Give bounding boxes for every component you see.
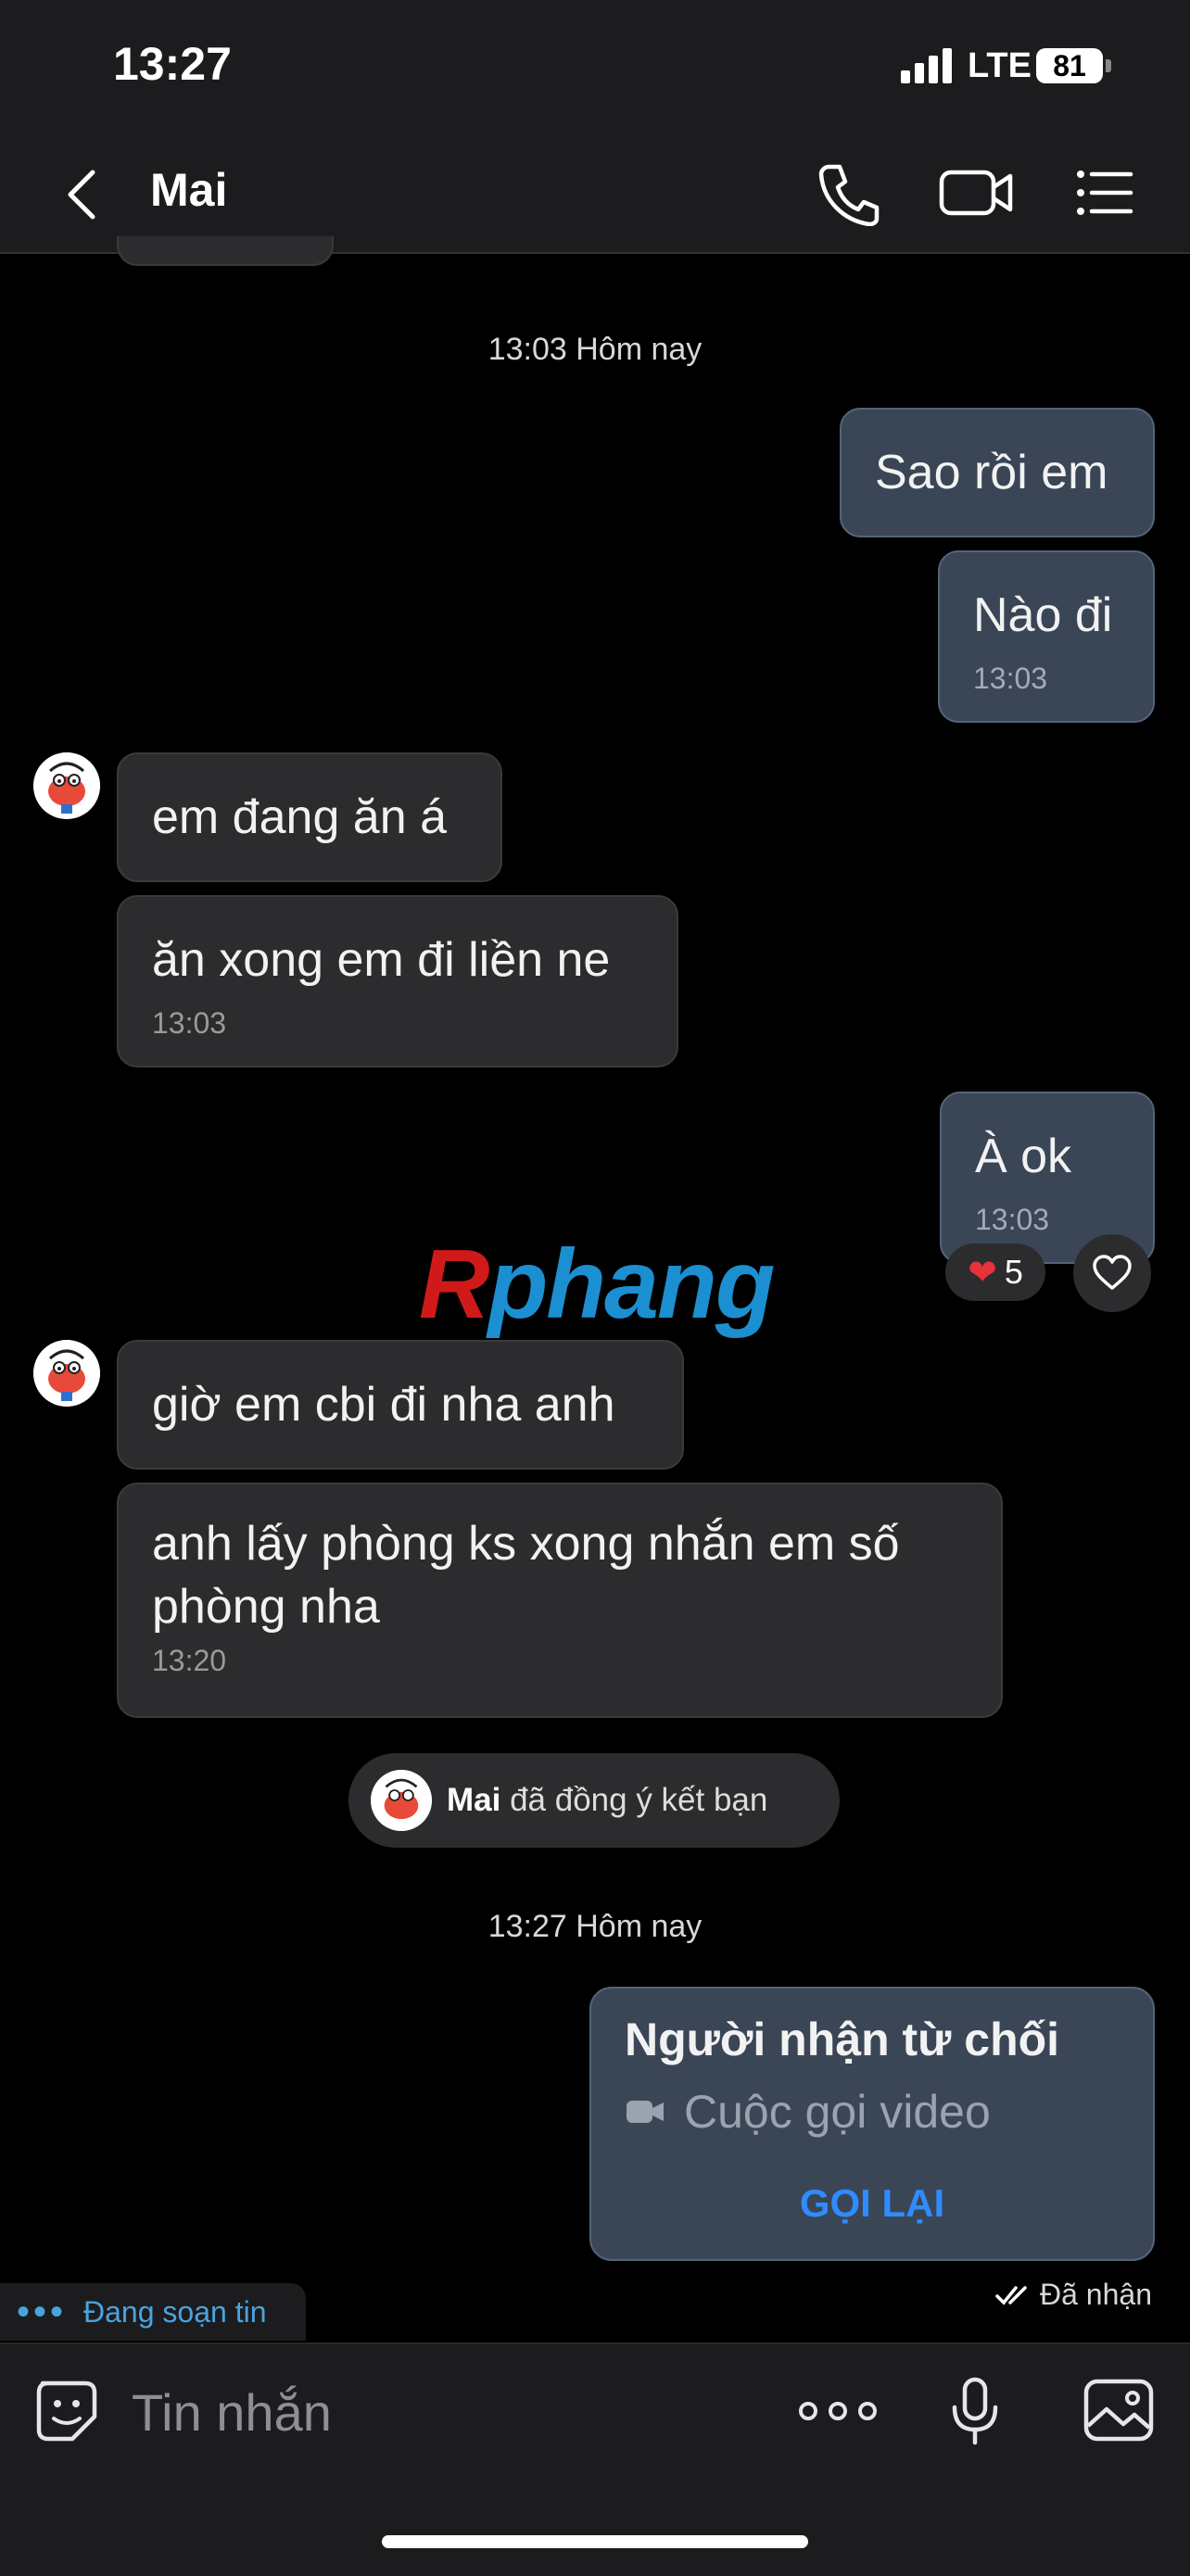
watermark-logo: Rphang <box>419 1230 776 1339</box>
video-camera-icon <box>627 2101 664 2123</box>
message-time: 13:20 <box>152 1644 227 1677</box>
message-time: 13:03 <box>975 1203 1050 1236</box>
back-button[interactable] <box>56 165 111 224</box>
video-camera-icon <box>939 170 1013 216</box>
sticker-icon <box>36 2380 97 2442</box>
typing-dots-icon: ••• <box>17 2291 68 2332</box>
react-button[interactable] <box>1073 1234 1151 1312</box>
message-bubble-incoming[interactable]: ăn xong em đi liền ne 13:03 <box>117 895 678 1067</box>
time-separator: 13:27 Hôm nay <box>487 1909 703 1944</box>
message-text: giờ em cbi đi nha anh <box>152 1378 615 1432</box>
missed-video-call-card: Người nhận từ chối Cuộc gọi video GỌI LẠ… <box>589 1987 1155 2261</box>
delivery-status-label: Đã nhận <box>1040 2278 1152 2311</box>
message-bubble-incoming[interactable]: anh lấy phòng ks xong nhắn em số phòng n… <box>117 1483 1003 1718</box>
message-bubble-incoming[interactable]: giờ em cbi đi nha anh <box>117 1340 684 1470</box>
avatar[interactable] <box>33 1340 100 1407</box>
contact-name[interactable]: Mai <box>150 163 227 217</box>
notice-name: Mai <box>447 1782 501 1818</box>
message-time: 13:03 <box>973 662 1048 695</box>
image-icon <box>1083 2379 1154 2442</box>
battery-tip <box>1106 59 1111 72</box>
message-text: Sao rồi em <box>875 446 1108 499</box>
menu-button[interactable] <box>1075 165 1134 221</box>
status-time: 13:27 <box>113 38 232 90</box>
reaction-badge[interactable]: ❤ 5 <box>945 1244 1045 1301</box>
message-text: À ok <box>975 1130 1072 1183</box>
message-text: Nào đi <box>973 588 1113 642</box>
message-bubble-outgoing[interactable]: Nào đi 13:03 <box>938 550 1155 723</box>
cartoon-avatar-icon <box>33 1340 100 1407</box>
battery-icon: 81 <box>1036 48 1103 83</box>
photo-gallery-button[interactable] <box>1082 2378 1155 2443</box>
double-check-icon <box>995 2285 1027 2305</box>
voice-message-button[interactable] <box>949 2376 1001 2446</box>
home-indicator[interactable] <box>382 2535 808 2548</box>
typing-indicator: ••• Đang soạn tin <box>0 2283 306 2341</box>
cartoon-avatar-icon <box>33 752 100 819</box>
chevron-left-icon <box>68 170 95 220</box>
heart-outline-icon <box>1093 1255 1132 1290</box>
call-type: Cuộc gọi video <box>625 2085 991 2139</box>
notice-text: đã đồng ý kết bạn <box>510 1782 768 1818</box>
video-call-button[interactable] <box>938 159 1016 226</box>
message-text: anh lấy phòng ks xong nhắn em số phòng n… <box>152 1517 900 1634</box>
message-input[interactable] <box>130 2372 708 2452</box>
cartoon-avatar-icon <box>371 1770 432 1831</box>
signal-icon <box>901 48 956 83</box>
message-text: ăn xong em đi liền ne <box>152 933 611 987</box>
heart-icon: ❤ <box>968 1253 997 1293</box>
avatar[interactable] <box>33 752 100 819</box>
message-bubble-incoming[interactable]: em đang ăn á <box>117 752 502 882</box>
reaction-count: 5 <box>1004 1253 1023 1291</box>
sticker-button[interactable] <box>33 2378 100 2444</box>
time-separator: 13:03 Hôm nay <box>487 332 703 367</box>
message-time: 13:03 <box>152 1006 227 1040</box>
delivery-status: Đã nhận <box>995 2278 1152 2312</box>
typing-text: Đang soạn tin <box>83 2294 267 2329</box>
message-bubble-partial <box>117 236 334 266</box>
call-status-title: Người nhận từ chối <box>625 2014 1060 2065</box>
list-menu-icon <box>1077 170 1133 215</box>
voice-call-button[interactable] <box>816 159 880 227</box>
message-bubble-outgoing[interactable]: Sao rồi em <box>840 408 1155 537</box>
call-back-button[interactable]: GỌI LẠI <box>591 2181 1153 2226</box>
network-label: LTE <box>968 46 1032 85</box>
avatar <box>371 1770 432 1831</box>
microphone-icon <box>952 2377 998 2445</box>
more-options-button[interactable] <box>799 2393 877 2430</box>
phone-icon <box>818 164 880 227</box>
call-type-label: Cuộc gọi video <box>684 2086 991 2138</box>
message-text: em đang ăn á <box>152 790 448 844</box>
friend-accepted-notice: Mai đã đồng ý kết bạn <box>348 1753 840 1848</box>
